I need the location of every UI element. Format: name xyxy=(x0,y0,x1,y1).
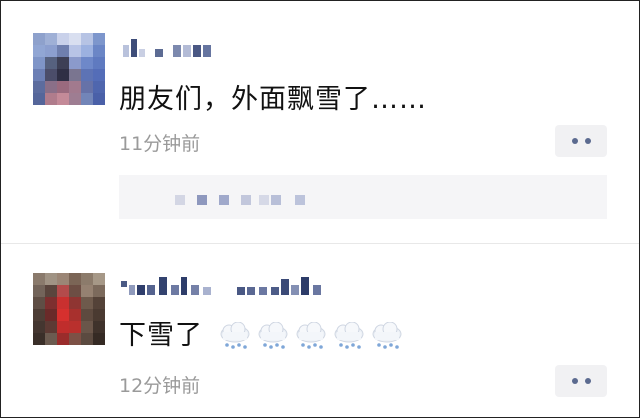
cloud-snow-icon xyxy=(331,321,367,352)
comment-box[interactable] xyxy=(119,175,607,219)
username-blurred[interactable] xyxy=(119,275,339,299)
moments-feed: 朋友们，外面飘雪了…… 11分钟前 下雪了 12分钟前 xyxy=(0,0,640,418)
avatar[interactable] xyxy=(33,273,105,345)
cloud-snow-icon xyxy=(255,321,291,352)
more-options-button[interactable] xyxy=(555,365,607,397)
dot-icon xyxy=(571,138,578,144)
divider xyxy=(1,243,639,244)
post-text: 朋友们，外面飘雪了…… xyxy=(119,84,427,115)
cloud-snow-icon xyxy=(293,321,329,352)
post-text: 下雪了 xyxy=(119,313,405,352)
post-time: 12分钟前 xyxy=(119,375,201,397)
avatar[interactable] xyxy=(33,33,105,105)
username-blurred[interactable] xyxy=(119,37,219,61)
dot-icon xyxy=(584,378,591,384)
more-options-button[interactable] xyxy=(555,125,607,157)
cloud-snow-icon xyxy=(369,321,405,352)
cloud-snow-icon xyxy=(217,321,253,352)
post-time: 11分钟前 xyxy=(119,133,201,155)
dot-icon xyxy=(584,138,591,144)
dot-icon xyxy=(571,378,578,384)
emoji-row xyxy=(217,321,405,352)
post-text-label: 下雪了 xyxy=(119,320,203,351)
